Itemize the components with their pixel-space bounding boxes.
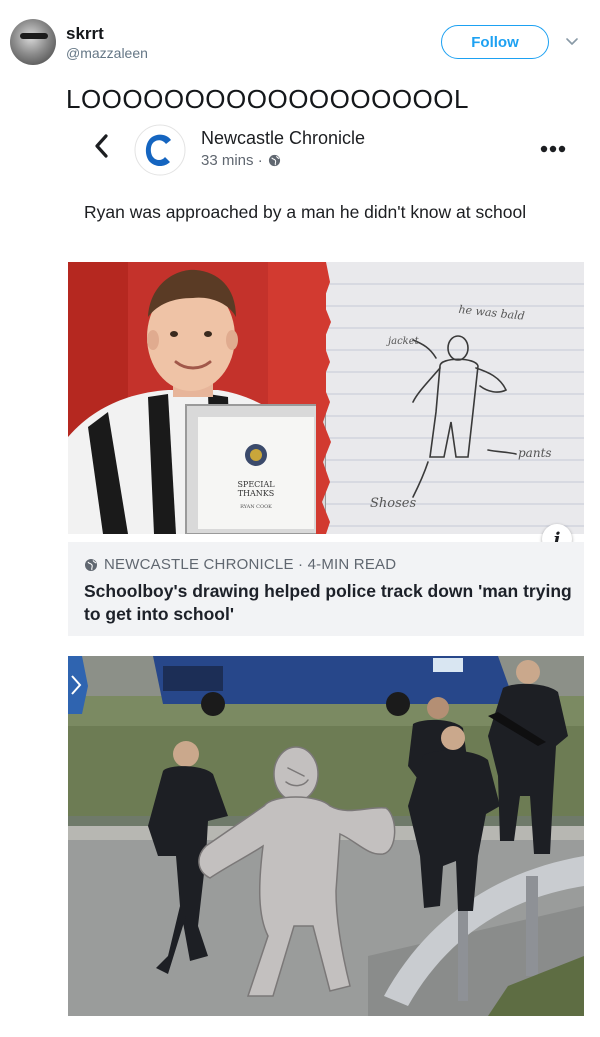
post-time: 33 mins ·	[201, 152, 263, 169]
globe-icon	[268, 154, 280, 167]
embedded-post-screenshot: Newcastle Chronicle 33 mins · Ryan was a…	[68, 112, 584, 637]
avatar[interactable]	[10, 19, 56, 65]
display-name[interactable]: skrrt	[66, 24, 104, 44]
certificate-text: THANKS	[238, 489, 275, 498]
post-header: Newcastle Chronicle 33 mins ·	[68, 112, 584, 182]
police-photo	[68, 656, 584, 1016]
chevron-down-icon[interactable]	[564, 34, 580, 50]
drawing-label: pants	[518, 446, 552, 460]
certificate-text: RYAN COOK	[240, 504, 272, 510]
globe-icon	[85, 558, 97, 571]
more-dots-icon	[540, 145, 566, 153]
article-headline[interactable]: Schoolboy's drawing helped police track …	[84, 580, 574, 626]
drawing-label: Shoses	[370, 496, 416, 511]
newspaper-logo-icon	[134, 124, 186, 176]
user-handle[interactable]: @mazzaleen	[66, 45, 148, 61]
tweet-text: LOOOOOOOOOOOOOOOOOOL	[66, 84, 469, 114]
certificate-text: SPECIAL	[237, 480, 275, 489]
tweet-header: skrrt @mazzaleen Follow	[0, 0, 600, 80]
post-text: Ryan was approached by a man he didn't k…	[84, 202, 527, 222]
back-chevron-icon	[95, 134, 108, 158]
source-text: NEWCASTLE CHRONICLE · 4-MIN READ	[104, 556, 397, 573]
avatar-sunglasses	[20, 33, 48, 39]
source-line: NEWCASTLE CHRONICLE · 4-MIN READ	[84, 556, 396, 573]
follow-button[interactable]: Follow	[441, 25, 549, 59]
publisher-name: Newcastle Chronicle	[201, 128, 366, 148]
link-preview-image: SPECIAL THANKS RYAN COOK he was bald jac…	[68, 262, 584, 534]
post-meta: 33 mins ·	[201, 152, 281, 169]
drawing-label: jacket	[386, 336, 420, 347]
link-caption[interactable]: NEWCASTLE CHRONICLE · 4-MIN READ Schoolb…	[68, 542, 584, 636]
